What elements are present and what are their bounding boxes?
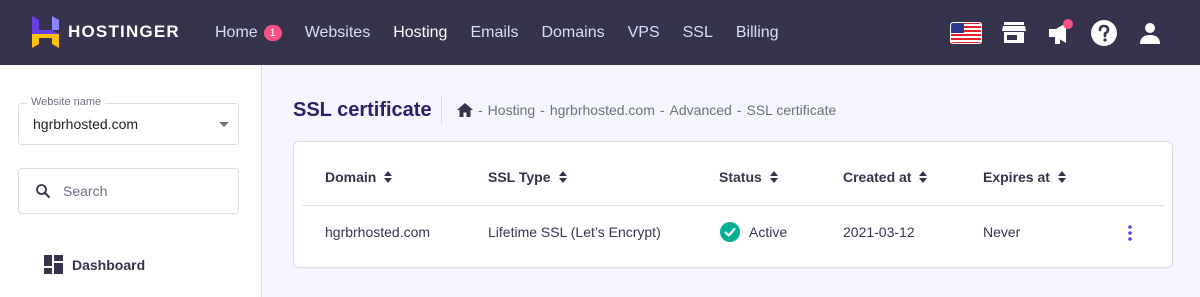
notification-badge: 1 [263,24,282,41]
sort-icon [919,171,928,183]
column-header-label: SSL Type [488,169,551,185]
website-select-value: hgrbrhosted.com [33,116,139,132]
nav-home[interactable]: Home 1 [215,24,282,42]
main-nav: Home 1 Websites Hosting Emails Domains V… [215,0,802,65]
top-navigation-bar: HOSTINGER Home 1 Websites Hosting Emails… [0,0,1200,65]
breadcrumb-separator: - [540,102,545,118]
cell-created-at: 2021-03-12 [843,224,915,240]
breadcrumb-item-hosting[interactable]: Hosting [488,102,535,118]
store-icon[interactable] [998,17,1030,49]
title-divider [441,95,442,125]
cell-expires-at: Never [983,224,1021,240]
breadcrumb-separator: - [478,102,483,118]
breadcrumb-item-advanced[interactable]: Advanced [670,102,732,118]
cell-status: Active [720,222,787,242]
nav-domains[interactable]: Domains [541,24,604,42]
hostinger-logo[interactable]: HOSTINGER [32,16,180,48]
sort-icon [769,171,778,183]
nav-emails[interactable]: Emails [470,24,518,42]
column-header-status[interactable]: Status [719,169,778,185]
search-input[interactable] [63,182,223,200]
cell-ssl-type: Lifetime SSL (Let’s Encrypt) [488,224,661,240]
hostinger-logo-icon [32,16,59,48]
check-circle-icon [720,222,740,242]
nav-vps[interactable]: VPS [628,24,660,42]
search-box[interactable] [18,168,239,214]
ssl-table-card: Domain SSL Type Status Created at Expire… [293,141,1173,268]
sidebar-item-label: Dashboard [72,256,146,273]
table-divider [302,205,1165,206]
breadcrumb-item-ssl-certificate: SSL certificate [746,102,837,118]
website-select-label: Website name [27,96,106,108]
nav-billing[interactable]: Billing [736,24,779,42]
user-icon[interactable] [1134,17,1166,49]
breadcrumb-item-domain[interactable]: hgrbrhosted.com [550,102,655,118]
search-icon [36,184,50,198]
column-header-expires-at[interactable]: Expires at [983,169,1066,185]
caret-down-icon [219,122,229,127]
home-icon[interactable] [457,103,473,117]
nav-home-label: Home [215,23,258,41]
column-header-label: Expires at [983,169,1050,185]
column-header-label: Domain [325,169,377,185]
megaphone-icon[interactable] [1044,17,1076,49]
nav-ssl[interactable]: SSL [683,24,713,42]
breadcrumb: - Hosting - hgrbrhosted.com - Advanced -… [457,102,836,118]
breadcrumb-separator: - [736,102,742,118]
website-select[interactable]: Website name hgrbrhosted.com [18,96,239,145]
nav-hosting[interactable]: Hosting [393,24,447,42]
brand-name: HOSTINGER [68,22,180,41]
sidebar-item-dashboard[interactable]: Dashboard [44,255,145,274]
sidebar: Website name hgrbrhosted.com Dashboard [0,65,262,297]
sort-icon [558,171,567,183]
sort-icon [1057,171,1066,183]
column-header-label: Status [719,169,762,185]
cell-domain: hgrbrhosted.com [325,224,431,240]
status-label: Active [749,224,788,240]
sort-icon [384,171,393,183]
nav-websites[interactable]: Websites [305,24,371,42]
breadcrumb-separator: - [659,102,665,118]
help-icon[interactable] [1088,17,1120,49]
us-flag-icon[interactable] [950,17,982,49]
column-header-label: Created at [843,169,912,185]
column-header-created-at[interactable]: Created at [843,169,928,185]
column-header-domain[interactable]: Domain [325,169,393,185]
page-title: SSL certificate [293,99,432,121]
column-header-ssl-type[interactable]: SSL Type [488,169,567,185]
more-options-icon[interactable] [1120,221,1140,245]
dashboard-icon [44,255,63,274]
